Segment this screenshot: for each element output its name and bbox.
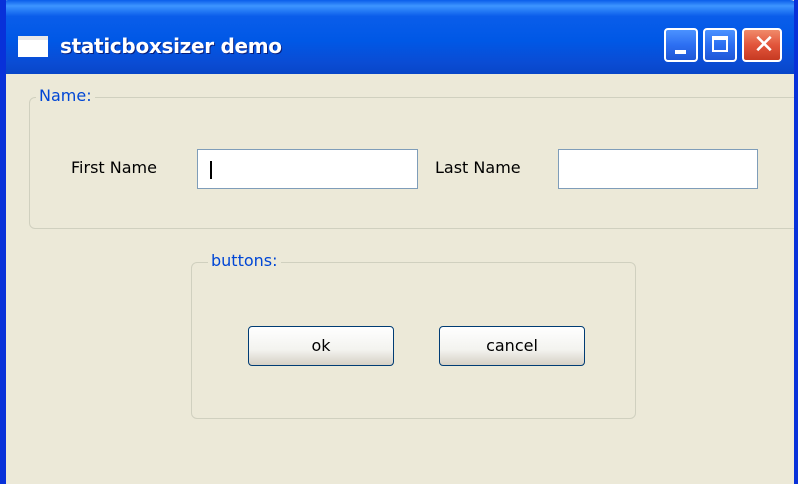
last-name-field[interactable] (558, 149, 758, 189)
minimize-button[interactable] (664, 28, 698, 62)
ok-button[interactable]: ok (248, 326, 394, 366)
app-window-icon (18, 36, 48, 57)
title-bar[interactable]: staticboxsizer demo ✕ (6, 0, 794, 74)
maximize-button[interactable] (703, 28, 737, 62)
name-groupbox-label: Name: (36, 87, 95, 105)
maximize-icon (712, 36, 728, 52)
text-caret (210, 161, 212, 179)
buttons-groupbox: buttons: ok cancel (191, 252, 636, 419)
name-groupbox: Name: First Name Last Name (29, 87, 794, 229)
close-button[interactable]: ✕ (742, 28, 782, 62)
minimize-icon (675, 50, 686, 54)
first-name-label: First Name (71, 158, 157, 177)
first-name-field[interactable] (197, 149, 418, 189)
app-window: staticboxsizer demo ✕ Name: First Name L… (0, 0, 798, 484)
last-name-label: Last Name (435, 158, 521, 177)
window-title: staticboxsizer demo (60, 34, 282, 58)
buttons-groupbox-label: buttons: (208, 252, 281, 270)
cancel-button[interactable]: cancel (439, 326, 585, 366)
close-icon: ✕ (753, 30, 775, 60)
